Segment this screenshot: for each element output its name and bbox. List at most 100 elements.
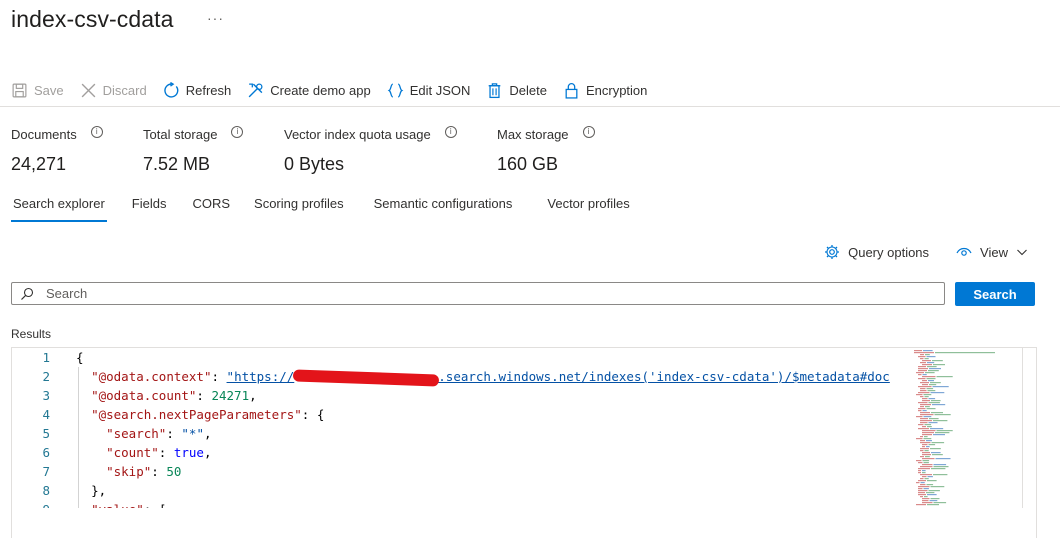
minimap-line (929, 500, 938, 502)
stat-vector-quota: Vector index quota usage i 0 Bytes (284, 125, 497, 175)
minimap-line (920, 354, 924, 356)
minimap-line (924, 450, 929, 452)
encryption-button[interactable]: Encryption (563, 78, 647, 102)
search-input[interactable] (46, 286, 926, 301)
save-button[interactable]: Save (11, 78, 64, 102)
minimap-line (930, 428, 944, 430)
json-url[interactable]: "https:// (227, 369, 295, 384)
tools-icon (248, 82, 263, 97)
more-options-button[interactable]: ··· (207, 10, 224, 26)
minimap-line (933, 434, 945, 436)
editor-scrollbar[interactable] (1022, 348, 1036, 508)
json-key: "@odata.context" (91, 369, 212, 384)
minimap-line (922, 464, 933, 466)
command-bar: Save Discard Refresh Create demo app Edi… (11, 78, 663, 102)
stat-label: Max storage (497, 127, 569, 142)
minimap-line (920, 358, 924, 360)
minimap-line (925, 406, 930, 408)
minimap-line (923, 462, 929, 464)
line-number: 4 (42, 407, 50, 422)
results-label: Results (11, 327, 52, 341)
minimap-line (936, 376, 953, 378)
minimap-line (924, 396, 929, 398)
info-icon[interactable]: i (582, 125, 595, 138)
lock-icon (565, 82, 578, 99)
minimap-line (923, 416, 932, 418)
minimap-line (918, 490, 928, 492)
minimap-line (916, 482, 920, 484)
minimap-line (916, 416, 923, 418)
search-button[interactable]: Search (955, 282, 1035, 306)
delete-button[interactable]: Delete (486, 78, 547, 102)
minimap-line (922, 432, 934, 434)
minimap-line (922, 452, 930, 454)
info-icon[interactable]: i (90, 125, 103, 138)
minimap-line (920, 406, 924, 408)
create-demo-app-button[interactable]: Create demo app (247, 78, 371, 102)
json-key: "search" (106, 426, 167, 441)
minimap-line (918, 392, 930, 394)
minimap-line (920, 448, 929, 450)
line-number: 1 (42, 350, 50, 365)
minimap-line (920, 418, 928, 420)
json-url[interactable]: .search.windows.net/indexes('index-csv-c… (438, 369, 890, 384)
query-options-button[interactable]: Query options (824, 244, 929, 260)
scroll-thumb[interactable] (1025, 348, 1035, 506)
minimap-line (918, 378, 926, 380)
view-dropdown[interactable]: View (956, 244, 1028, 260)
minimap-line (922, 446, 925, 448)
minimap-line (916, 372, 924, 374)
code-line: 5 "search": "*", (12, 424, 908, 443)
minimap-line (932, 454, 943, 456)
stat-label: Documents (11, 127, 77, 142)
minimap-line (924, 424, 932, 426)
minimap-line (923, 394, 932, 396)
minimap-line (930, 382, 941, 384)
minimap-line (926, 440, 932, 442)
minimap-line (926, 378, 936, 380)
tab-fields[interactable]: Fields (130, 194, 169, 222)
tab-semantic-configurations[interactable]: Semantic configurations (372, 194, 515, 222)
discard-button[interactable]: Discard (80, 78, 147, 102)
json-editor[interactable]: 1{ 2 "@odata.context": "https://.search.… (12, 348, 908, 508)
line-number: 2 (42, 369, 50, 384)
refresh-button[interactable]: Refresh (163, 78, 231, 102)
minimap-line (928, 402, 940, 404)
minimap-line (920, 420, 932, 422)
minimap-line (923, 350, 933, 352)
tab-scoring-profiles[interactable]: Scoring profiles (252, 194, 346, 222)
search-box (11, 282, 945, 305)
tab-list: Search explorer Fields CORS Scoring prof… (11, 194, 632, 222)
edit-json-button[interactable]: Edit JSON (387, 78, 470, 102)
line-number: 8 (42, 483, 50, 498)
minimap-line (925, 372, 935, 374)
minimap-line (924, 478, 929, 480)
minimap-line (916, 438, 923, 440)
minimap-line (933, 466, 949, 468)
minimap-line (920, 436, 923, 438)
code-line: 9 "value": [ (12, 500, 908, 508)
minimap-line (920, 482, 925, 484)
search-icon (21, 287, 34, 300)
code-line: 2 "@odata.context": "https://.search.win… (12, 367, 908, 387)
minimap-line (933, 474, 948, 476)
tab-search-explorer[interactable]: Search explorer (11, 194, 107, 222)
tab-vector-profiles[interactable]: Vector profiles (545, 194, 631, 222)
query-options-label: Query options (848, 244, 930, 260)
index-stats: Documents i 24,271 Total storage i 7.52 MB… (11, 125, 617, 175)
minimap-line (918, 366, 926, 368)
minimap-line (918, 428, 929, 430)
info-icon[interactable]: i (231, 125, 244, 138)
minimap-line (936, 430, 953, 432)
code-minimap[interactable] (914, 348, 1024, 508)
minimap-line (918, 410, 922, 412)
page-title: index-csv-cdata (11, 6, 174, 32)
minimap-line (934, 414, 951, 416)
tab-cors[interactable]: CORS (190, 194, 232, 222)
minimap-line (930, 498, 940, 500)
refresh-icon (164, 81, 179, 98)
info-icon[interactable]: i (444, 125, 457, 138)
gear-icon (825, 245, 840, 259)
code-line: 6 "count": true, (12, 443, 908, 462)
json-key: "@search.nextPageParameters" (91, 407, 302, 422)
